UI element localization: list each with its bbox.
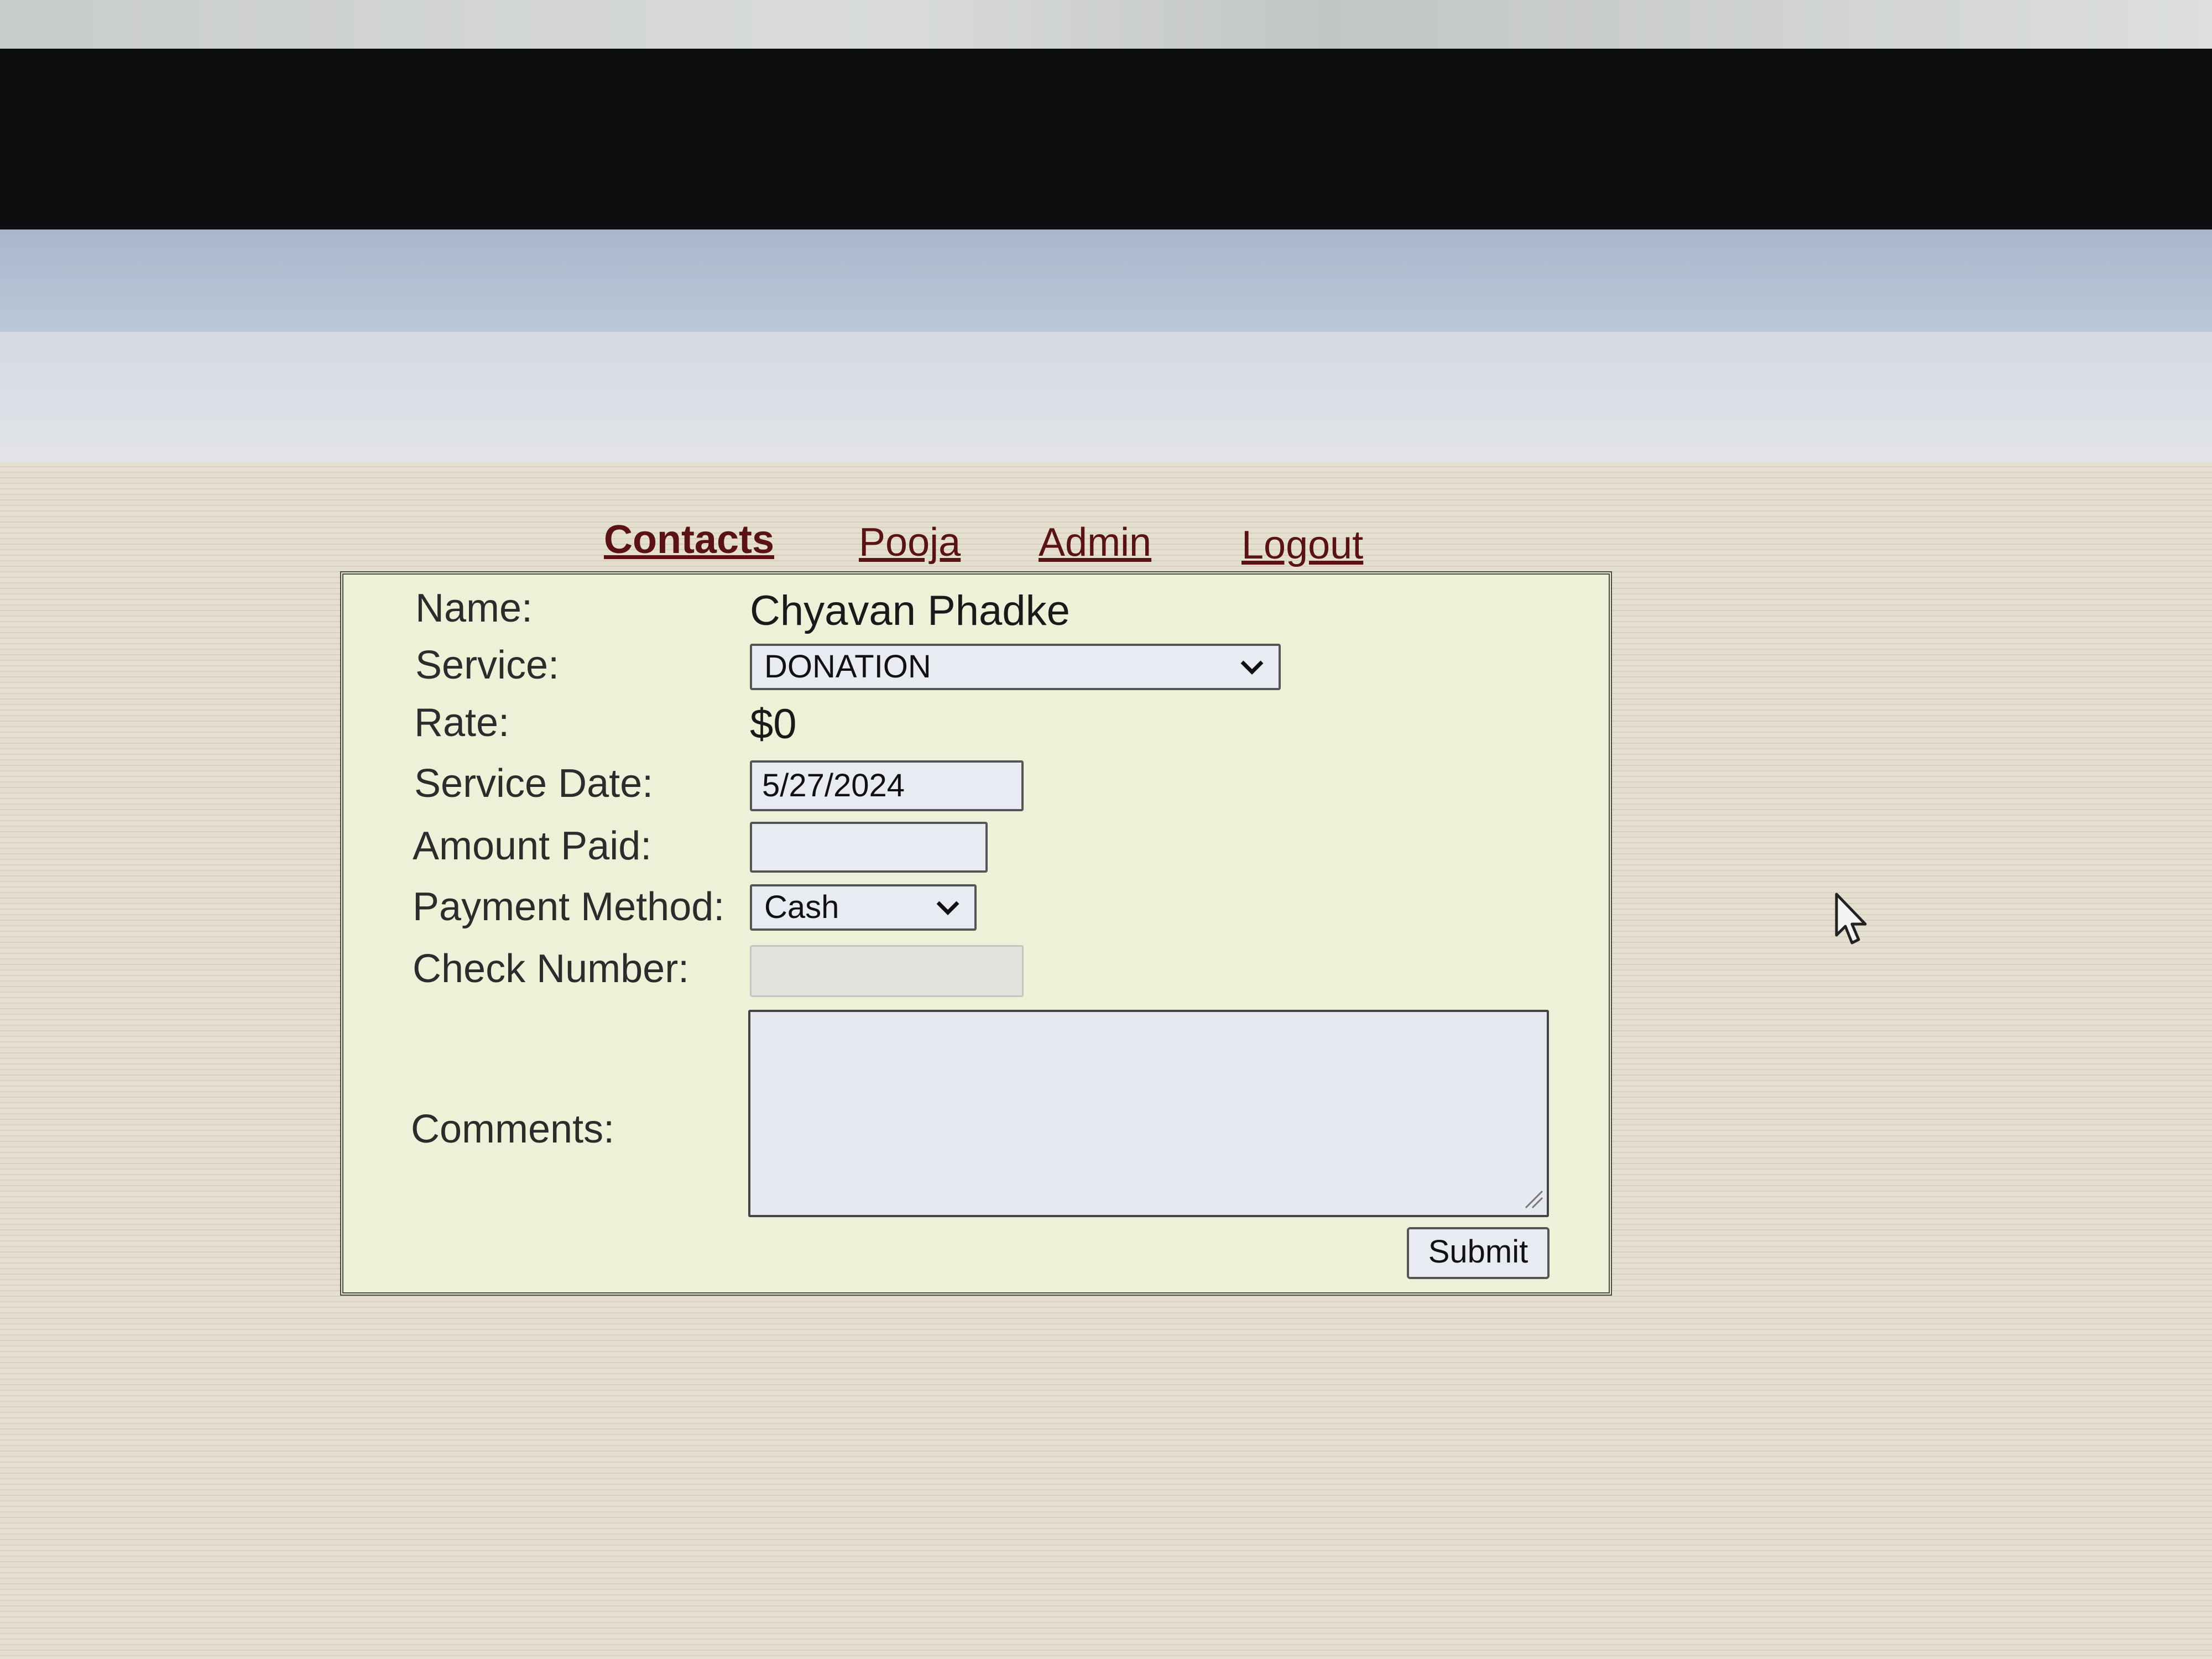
comments-label: Comments:: [411, 1107, 615, 1151]
page-header-band: [0, 229, 2212, 332]
monitor-bezel: [0, 49, 2212, 248]
resize-grip-icon[interactable]: [1524, 1189, 1543, 1212]
nav-link-admin[interactable]: Admin: [1039, 520, 1151, 565]
page-header-subband: [0, 332, 2212, 462]
service-date-input[interactable]: 5/27/2024: [750, 760, 1024, 811]
browser-viewport: Contacts Pooja Admin Logout Name: Chyava…: [0, 229, 2212, 1659]
rate-label: Rate:: [414, 701, 510, 745]
chevron-down-icon: [936, 886, 960, 928]
check-number-input[interactable]: [750, 945, 1024, 997]
rate-value: $0: [750, 701, 797, 748]
amount-paid-label: Amount Paid:: [413, 824, 652, 868]
name-value: Chyavan Phadke: [750, 587, 1070, 634]
service-entry-form: Name: Chyavan Phadke Service: DONATION R…: [340, 571, 1612, 1296]
amount-paid-input[interactable]: [750, 822, 988, 873]
service-selected-value: DONATION: [764, 649, 931, 685]
submit-button[interactable]: Submit: [1407, 1227, 1550, 1279]
payment-method-selected-value: Cash: [764, 889, 839, 925]
service-select[interactable]: DONATION: [750, 644, 1281, 690]
name-label: Name:: [415, 586, 533, 630]
nav-link-logout[interactable]: Logout: [1241, 523, 1363, 568]
mouse-pointer-icon: [1833, 892, 1872, 950]
main-nav: Contacts Pooja Admin Logout: [0, 517, 2212, 572]
chevron-down-icon: [1240, 646, 1264, 688]
nav-link-pooja[interactable]: Pooja: [859, 520, 961, 565]
payment-method-label: Payment Method:: [413, 885, 725, 929]
service-date-label: Service Date:: [414, 761, 654, 806]
comments-textarea[interactable]: [748, 1010, 1549, 1217]
payment-method-select[interactable]: Cash: [750, 884, 977, 931]
check-number-label: Check Number:: [413, 947, 690, 991]
service-label: Service:: [415, 643, 560, 687]
nav-link-contacts[interactable]: Contacts: [604, 517, 774, 562]
photo-scene: Contacts Pooja Admin Logout Name: Chyava…: [0, 0, 2212, 1659]
